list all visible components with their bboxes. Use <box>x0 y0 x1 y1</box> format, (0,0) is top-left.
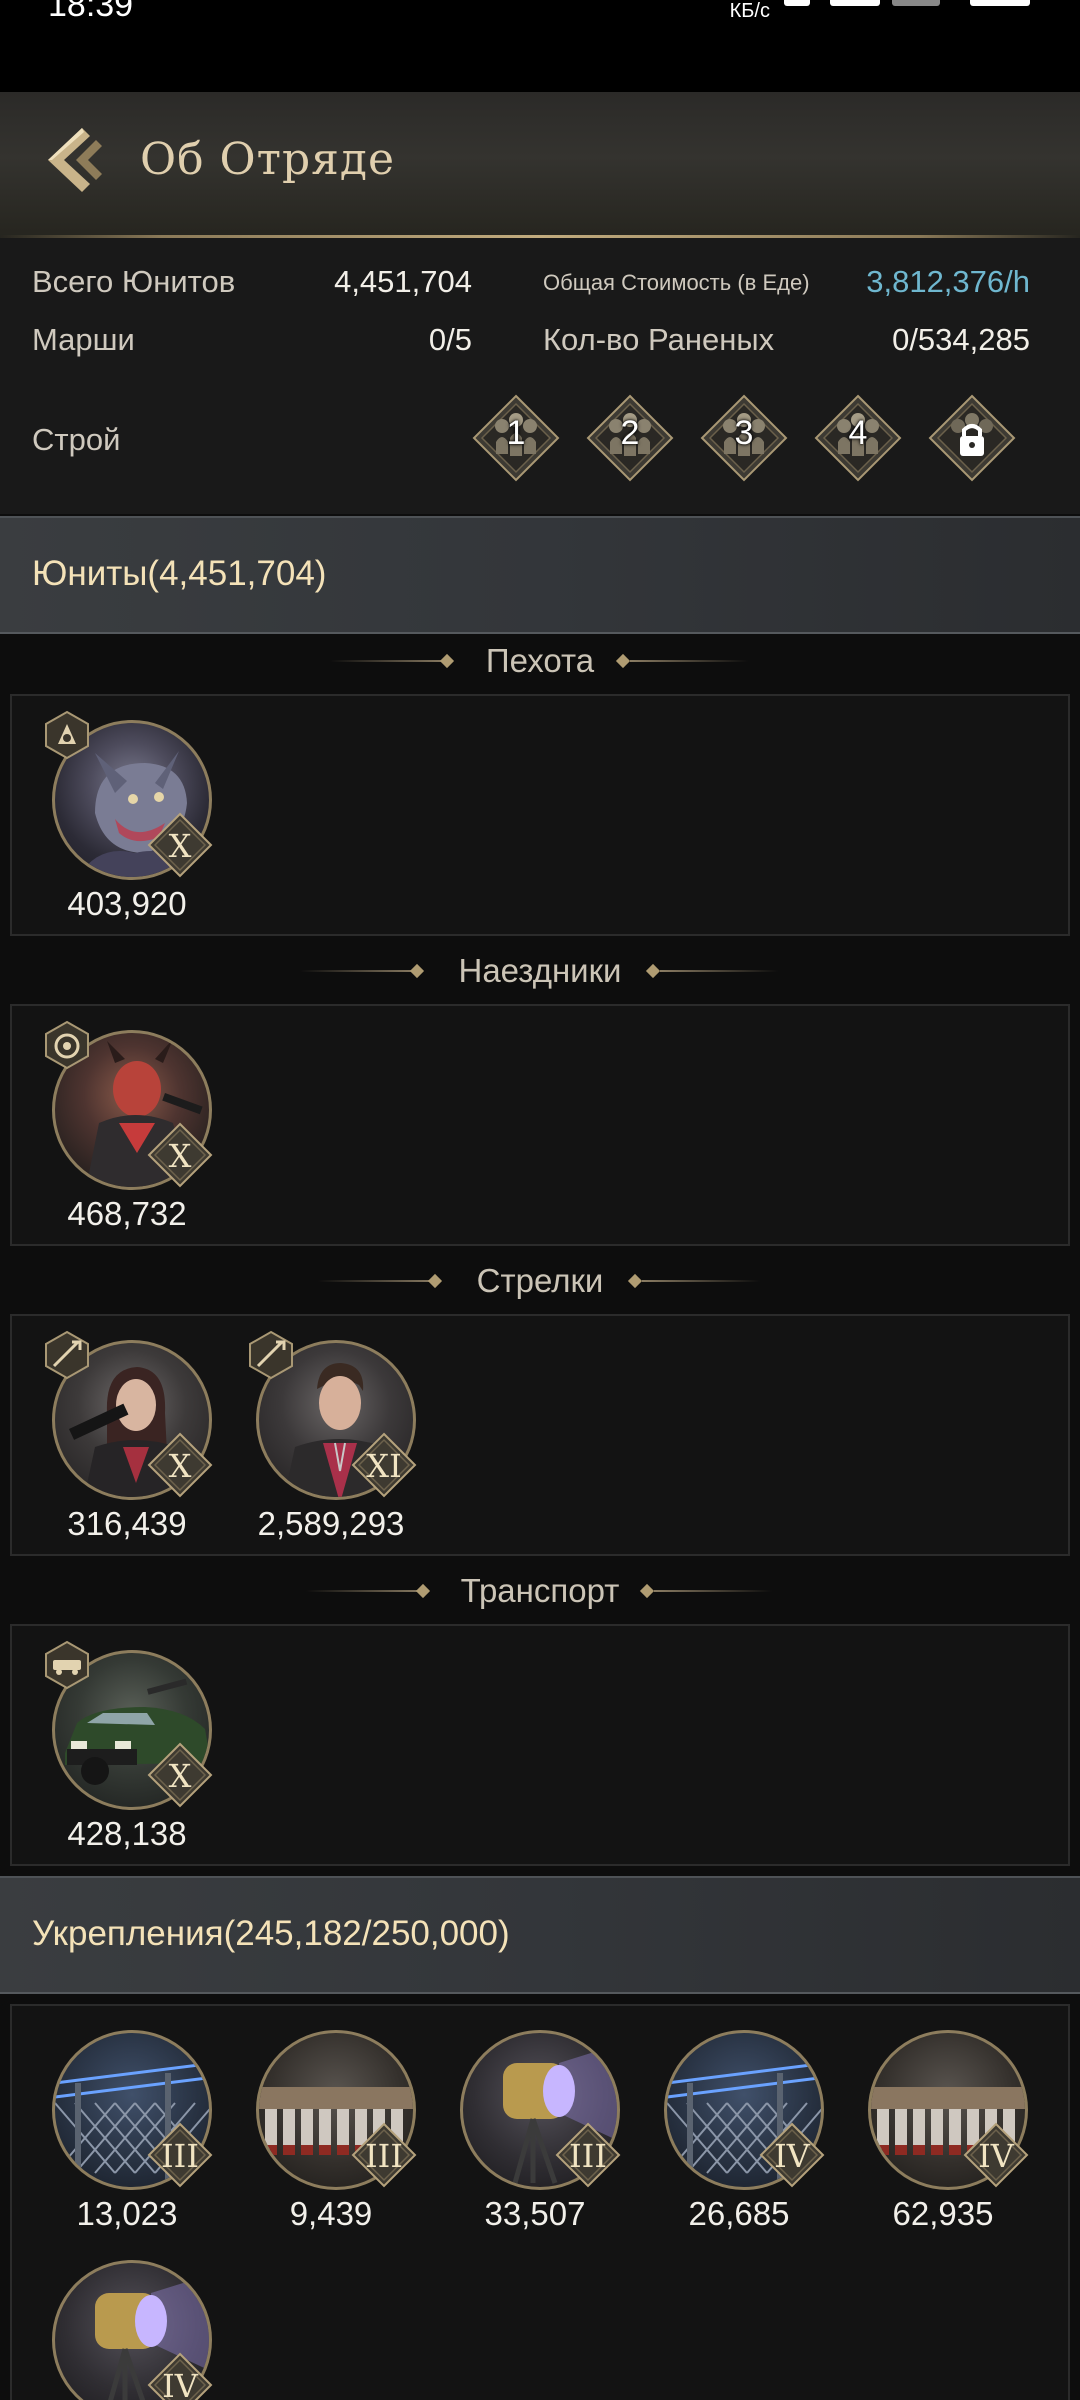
tier-label: IV <box>774 2137 810 2175</box>
formation-4-button[interactable]: 4 <box>814 394 902 482</box>
unit-panel-infantry: X 403,920 <box>10 694 1070 936</box>
total-units-label: Всего Юнитов <box>32 264 236 299</box>
formation-5-locked-button[interactable] <box>928 394 1016 482</box>
fortification-count: 62,935 <box>892 2195 994 2232</box>
cost-value: 3,812,376/h <box>866 264 1030 299</box>
formation-label: Строй <box>32 422 121 457</box>
tier-badge: IV <box>963 2122 1029 2188</box>
fortification-card[interactable]: IV 62,935 <box>858 2020 1029 2250</box>
header: Об Отряде <box>0 92 1080 238</box>
fortification-count: 13,023 <box>76 2195 178 2232</box>
fortification-card[interactable]: IV 26,685 <box>654 2020 825 2250</box>
fortification-count: 26,685 <box>688 2195 790 2232</box>
tier-label: IV <box>978 2137 1014 2175</box>
battery-icon <box>970 0 1030 6</box>
transport-class-icon <box>42 1640 92 1690</box>
unit-panel-transport: X 428,138 <box>10 1624 1070 1866</box>
tier-label: III <box>365 2137 403 2175</box>
category-title-shooters: Стрелки <box>476 1262 604 1299</box>
fortifications-panel: III 13,023 III 9,439 III 33,507 IV 26,68… <box>10 2004 1070 2400</box>
marches-label: Марши <box>32 322 135 357</box>
unit-count: 316,439 <box>67 1505 187 1542</box>
tier-label: IV <box>162 2367 198 2400</box>
tier-label: XI <box>366 1447 402 1485</box>
formation-number: 1 <box>506 414 526 452</box>
formation-number: 4 <box>848 414 868 452</box>
unit-card[interactable]: X 428,138 <box>42 1640 213 1870</box>
cost-label: Общая Стоимость (в Еде) <box>543 270 810 295</box>
unit-card[interactable]: X 468,732 <box>42 1020 213 1250</box>
unit-count: 468,732 <box>67 1195 187 1232</box>
status-time: 18:39 <box>48 0 134 24</box>
fortifications-section-label: Укрепления(245,182/250,000) <box>32 1914 510 1953</box>
divider <box>654 1590 772 1592</box>
signal-icon <box>830 0 880 6</box>
units-section-label: Юниты(4,451,704) <box>32 554 327 593</box>
network-speed: КБ/с <box>729 0 770 22</box>
unit-panel-riders: X 468,732 <box>10 1004 1070 1246</box>
back-button[interactable] <box>40 120 110 200</box>
rider-class-icon <box>42 1020 92 1070</box>
unit-count: 2,589,293 <box>257 1505 405 1542</box>
formation-1-button[interactable]: 1 <box>472 394 560 482</box>
tier-badge: III <box>555 2122 621 2188</box>
category-title-infantry: Пехота <box>485 642 595 679</box>
total-units-value: 4,451,704 <box>334 264 472 299</box>
shooter-class-icon <box>42 1330 92 1380</box>
tier-badge: X <box>147 1122 213 1188</box>
divider <box>642 1280 760 1282</box>
tier-badge: XI <box>351 1432 417 1498</box>
divider <box>630 660 748 662</box>
tier-label: X <box>168 827 192 865</box>
marches-value: 0/5 <box>428 322 472 357</box>
back-arrow-icon <box>48 128 102 192</box>
fortifications-section-header: Укрепления(245,182/250,000) <box>0 1876 1080 1994</box>
tier-badge: X <box>147 812 213 878</box>
fortification-count: 9,439 <box>289 2195 373 2232</box>
infantry-class-icon <box>42 710 92 760</box>
unit-count: 403,920 <box>67 885 187 922</box>
fortification-card[interactable]: IV <box>42 2250 213 2400</box>
tier-label: X <box>168 1447 192 1485</box>
wounded-value: 0/534,285 <box>892 322 1030 357</box>
formation-number: 2 <box>620 414 640 452</box>
tier-badge: X <box>147 1432 213 1498</box>
fortification-card[interactable]: III 9,439 <box>246 2020 417 2250</box>
fortification-card[interactable]: III 13,023 <box>42 2020 213 2250</box>
page-title: Об Отряде <box>140 134 396 185</box>
tier-badge: X <box>147 1742 213 1808</box>
unit-panel-shooters: X 316,439 XI 2,589,293 <box>10 1314 1070 1556</box>
signal2-icon <box>892 0 940 6</box>
wifi-icon <box>784 0 810 6</box>
shooter-class-icon <box>246 1330 296 1380</box>
unit-card[interactable]: X 316,439 <box>42 1330 213 1560</box>
tier-label: III <box>569 2137 607 2175</box>
lock-icon <box>928 394 1016 482</box>
formation-3-button[interactable]: 3 <box>700 394 788 482</box>
tier-badge: III <box>351 2122 417 2188</box>
tier-badge: III <box>147 2122 213 2188</box>
fortification-count: 33,507 <box>484 2195 586 2232</box>
wounded-label: Кол-во Раненых <box>543 322 775 357</box>
divider <box>660 970 778 972</box>
fortification-card[interactable]: III 33,507 <box>450 2020 621 2250</box>
category-title-transport: Транспорт <box>460 1572 620 1609</box>
formation-number: 3 <box>734 414 754 452</box>
unit-card[interactable]: X 403,920 <box>42 710 213 940</box>
formation-2-button[interactable]: 2 <box>586 394 674 482</box>
tier-label: X <box>168 1757 192 1795</box>
unit-count: 428,138 <box>67 1815 187 1852</box>
status-bar: 18:39 КБ/с <box>0 0 1080 92</box>
unit-card[interactable]: XI 2,589,293 <box>246 1330 417 1560</box>
tier-label: X <box>168 1137 192 1175</box>
units-section-header: Юниты(4,451,704) <box>0 516 1080 634</box>
category-title-riders: Наездники <box>458 952 622 989</box>
tier-badge: IV <box>759 2122 825 2188</box>
tier-label: III <box>161 2137 199 2175</box>
tier-badge: IV <box>147 2352 213 2400</box>
